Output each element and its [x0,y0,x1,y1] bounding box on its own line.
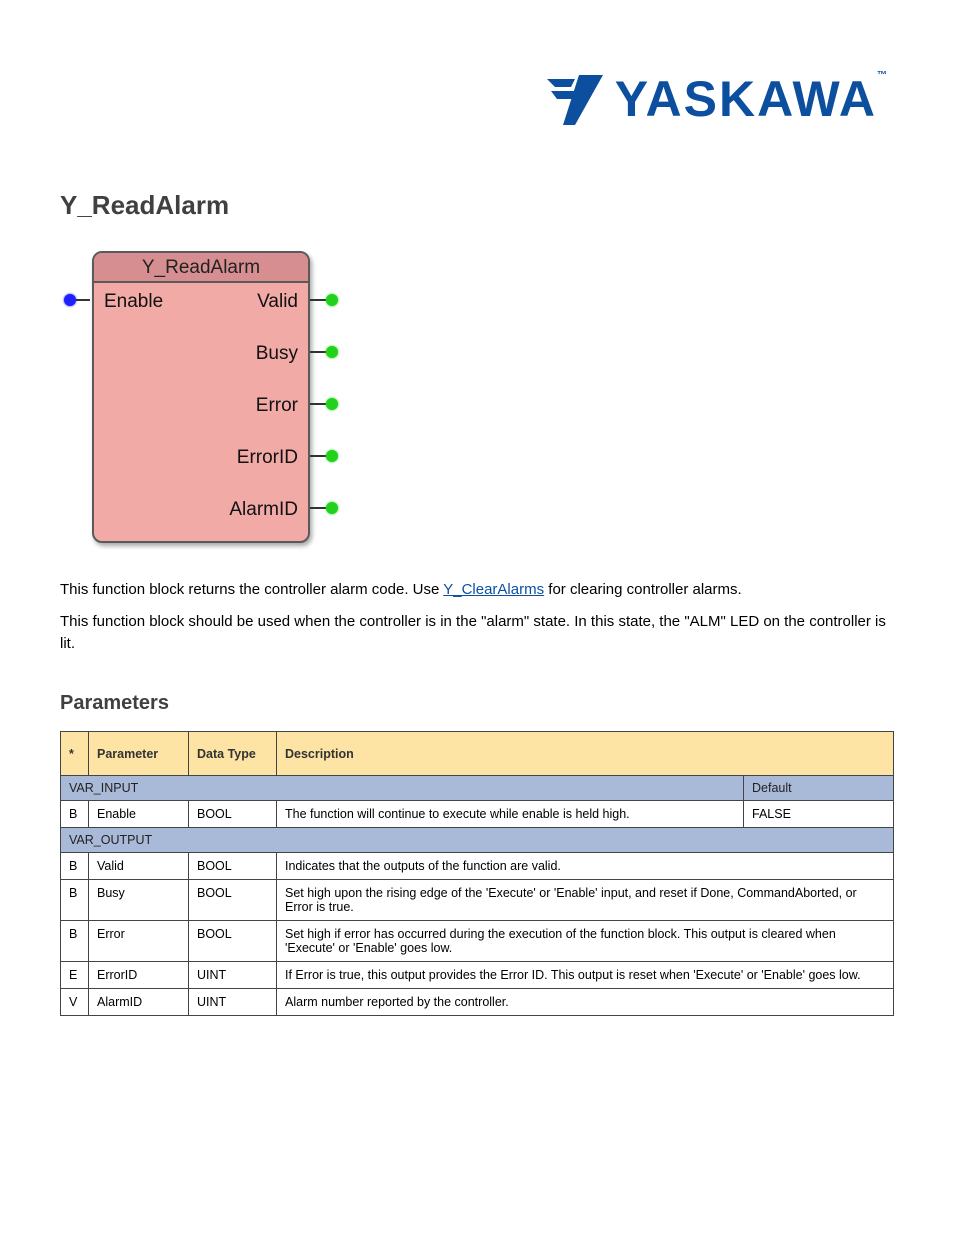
yaskawa-mark-icon [541,71,605,127]
page-title: Y_ReadAlarm [60,190,894,221]
col-type: Data Type [189,732,277,776]
table-row: E ErrorID UINT If Error is true, this ou… [61,962,894,989]
description: This function block returns the controll… [60,579,894,654]
table-row: V AlarmID UINT Alarm number reported by … [61,989,894,1016]
desc-text: This function block returns the controll… [60,581,443,598]
port-errorid: ErrorID [237,447,298,469]
port-enable: Enable [104,291,163,313]
port-alarmid: AlarmID [229,499,298,521]
col-flag: * [61,732,89,776]
col-desc: Description [277,732,894,776]
parameters-table: * Parameter Data Type Description VAR_IN… [60,731,894,1016]
var-input-label: VAR_INPUT [61,776,744,801]
desc-text: This function block should be used when … [60,613,886,652]
table-header-row: * Parameter Data Type Description [61,732,894,776]
table-row: B Enable BOOL The function will continue… [61,801,894,828]
default-header: Default [744,776,894,801]
parameters-heading: Parameters [60,692,894,715]
pin-busy-icon [326,346,338,358]
fb-header: Y_ReadAlarm [94,253,308,283]
pin-enable-icon [64,294,76,306]
var-output-label: VAR_OUTPUT [61,828,894,853]
pin-valid-icon [326,294,338,306]
pin-errorid-icon [326,450,338,462]
port-busy: Busy [256,343,298,365]
var-input-section: VAR_INPUT Default [61,776,894,801]
y-clearalarms-link[interactable]: Y_ClearAlarms [443,581,544,598]
pin-alarmid-icon [326,502,338,514]
pin-error-icon [326,398,338,410]
table-row: B Valid BOOL Indicates that the outputs … [61,853,894,880]
table-row: B Error BOOL Set high if error has occur… [61,921,894,962]
port-valid: Valid [257,291,298,313]
brand-logo: YASKAWA™ [541,70,889,128]
brand-text: YASKAWA™ [615,70,889,128]
table-row: B Busy BOOL Set high upon the rising edg… [61,880,894,921]
var-output-section: VAR_OUTPUT [61,828,894,853]
col-param: Parameter [89,732,189,776]
port-error: Error [256,395,298,417]
desc-text: for clearing controller alarms. [544,581,742,598]
function-block-diagram: Y_ReadAlarm Enable Valid Busy Error Erro… [68,251,894,543]
